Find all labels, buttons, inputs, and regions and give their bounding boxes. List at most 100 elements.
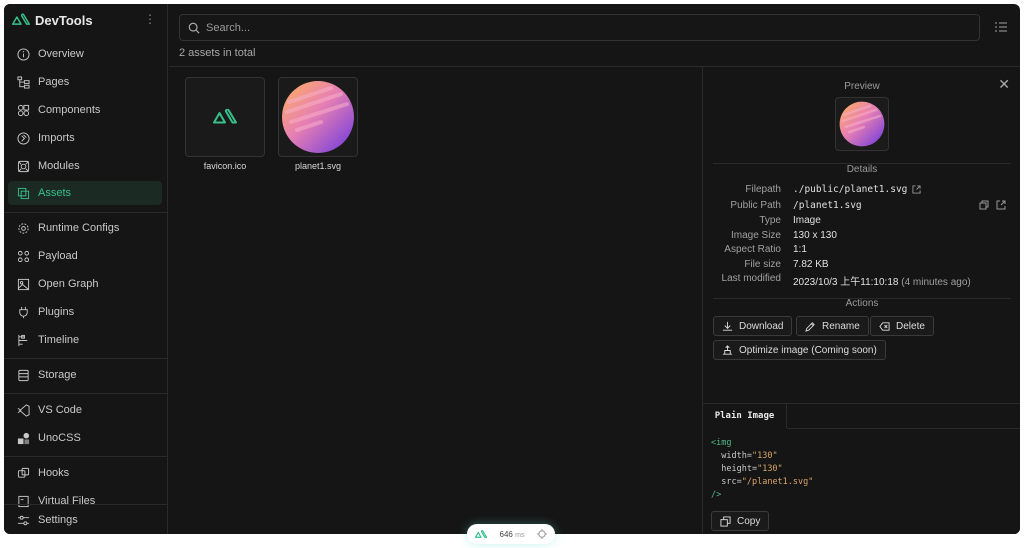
sidebar-item-label: Plugins <box>38 306 75 318</box>
sidebar-item-settings[interactable]: Settings <box>8 508 162 532</box>
sidebar-item-label: Storage <box>38 369 77 381</box>
sidebar-item-overview[interactable]: Overview <box>8 42 162 66</box>
sidebar-item-label: VS Code <box>38 404 83 416</box>
sidebar-item-label: Assets <box>38 187 72 199</box>
detail-row-filepath: Filepath ./public/planet1.svg <box>703 184 1020 198</box>
detail-key: Public Path <box>730 200 781 211</box>
search-bar[interactable] <box>179 14 980 41</box>
hooks-icon <box>16 466 30 480</box>
nav-divider <box>4 358 168 359</box>
crosshair-icon[interactable] <box>537 529 547 539</box>
code-snippet-section: Plain Image <img width="130" height="130… <box>703 403 1020 534</box>
devtools-window: DevTools ⋮ Overview Pages Components Imp… <box>4 4 1020 534</box>
components-icon <box>16 103 30 117</box>
delete-button[interactable]: Delete <box>870 316 934 336</box>
detail-row-file-size: File size 7.82 KB <box>703 259 1020 273</box>
planet-image <box>839 101 885 147</box>
sidebar-item-label: Settings <box>38 514 78 526</box>
image-icon <box>16 277 30 291</box>
sidebar-item-label: Timeline <box>38 334 80 346</box>
download-icon <box>722 321 733 331</box>
sidebar-item-hooks[interactable]: Hooks <box>8 461 162 485</box>
assets-icon <box>16 186 30 200</box>
detail-key: Aspect Ratio <box>724 244 781 255</box>
sidebar-item-assets[interactable]: Assets <box>8 181 162 205</box>
sidebar: DevTools ⋮ Overview Pages Components Imp… <box>4 4 168 534</box>
info-icon <box>16 47 30 61</box>
nuxt-logo-icon <box>475 529 487 538</box>
nav-divider <box>4 212 168 213</box>
payload-icon <box>16 249 30 263</box>
detail-row-public-path: Public Path /planet1.svg <box>703 200 1020 214</box>
tree-icon <box>16 75 30 89</box>
sidebar-item-label: Payload <box>38 250 78 262</box>
asset-details-panel: ✕ Preview Details Filepath ./public/plan… <box>702 67 1020 534</box>
asset-name: favicon.ico <box>203 161 247 171</box>
detail-row-last-modified: Last modified 2023/10/3 上午11:10:18 (4 mi… <box>703 273 1020 288</box>
detail-row-aspect-ratio: Aspect Ratio 1:1 <box>703 244 1020 258</box>
sidebar-item-plugins[interactable]: Plugins <box>8 300 162 324</box>
detail-key: Last modified <box>721 273 781 284</box>
detail-key: Image Size <box>730 230 781 241</box>
sidebar-item-label: Overview <box>38 48 84 60</box>
settings-icon <box>16 513 30 527</box>
external-link-icon <box>912 185 921 194</box>
copy-button[interactable]: Copy <box>711 511 770 531</box>
devtools-toggle-pill[interactable]: 646 ms <box>467 524 555 544</box>
detail-value: 1:1 <box>793 244 807 255</box>
app-title: DevTools <box>35 12 93 28</box>
sidebar-item-modules[interactable]: Modules <box>8 154 162 178</box>
sidebar-item-unocss[interactable]: UnoCSS <box>8 426 162 450</box>
preview-heading: Preview <box>844 81 880 92</box>
detail-key: Type <box>759 215 781 226</box>
vscode-icon <box>16 403 30 417</box>
asset-tile-favicon[interactable] <box>185 77 265 157</box>
detail-row-type: Type Image <box>703 215 1020 229</box>
storage-icon <box>16 368 30 382</box>
sidebar-item-label: UnoCSS <box>38 432 81 444</box>
sidebar-item-storage[interactable]: Storage <box>8 363 162 387</box>
assets-main: 2 assets in total favicon.ico planet1.sv… <box>169 4 1020 534</box>
asset-name: planet1.svg <box>294 161 342 171</box>
search-input[interactable] <box>206 21 966 34</box>
sidebar-item-label: Virtual Files <box>38 495 96 507</box>
detail-key: Filepath <box>745 184 781 195</box>
sidebar-item-payload[interactable]: Payload <box>8 244 162 268</box>
sidebar-item-open-graph[interactable]: Open Graph <box>8 272 162 296</box>
backspace-icon <box>879 321 890 331</box>
sidebar-item-vscode[interactable]: VS Code <box>8 398 162 422</box>
sidebar-item-components[interactable]: Components <box>8 98 162 122</box>
sidebar-item-timeline[interactable]: Timeline <box>8 328 162 352</box>
sidebar-item-label: Open Graph <box>38 278 99 290</box>
divider <box>787 428 1020 429</box>
external-link-icon[interactable] <box>996 200 1006 210</box>
actions-heading: Actions <box>845 298 879 309</box>
list-view-icon[interactable] <box>994 20 1008 34</box>
preview-image <box>835 97 889 151</box>
copy-icon <box>720 515 731 527</box>
detail-value: 7.82 KB <box>793 259 829 270</box>
asset-tile-planet1[interactable] <box>278 77 358 157</box>
imports-icon <box>16 131 30 145</box>
sidebar-item-pages[interactable]: Pages <box>8 70 162 94</box>
brand: DevTools <box>12 10 93 30</box>
sidebar-item-label: Components <box>38 104 101 116</box>
copy-icon[interactable] <box>979 200 989 210</box>
sidebar-item-imports[interactable]: Imports <box>8 126 162 150</box>
filepath-link[interactable]: ./public/planet1.svg <box>793 184 921 195</box>
optimize-image-button[interactable]: Optimize image (Coming soon) <box>713 340 886 360</box>
detail-key: File size <box>744 259 781 270</box>
sidebar-item-label: Imports <box>38 132 75 144</box>
details-heading: Details <box>846 164 878 175</box>
unocss-icon <box>16 431 30 445</box>
sidebar-item-runtime-configs[interactable]: Runtime Configs <box>8 216 162 240</box>
tab-plain-image[interactable]: Plain Image <box>703 404 787 428</box>
sidebar-item-label: Hooks <box>38 467 70 479</box>
nav-divider <box>4 393 168 394</box>
download-button[interactable]: Download <box>713 316 793 336</box>
more-options-icon[interactable]: ⋮ <box>144 12 156 26</box>
plug-icon <box>16 305 30 319</box>
sidebar-item-label: Pages <box>38 76 70 88</box>
nuxt-logo-icon <box>12 13 30 25</box>
rename-button[interactable]: Rename <box>796 316 869 336</box>
